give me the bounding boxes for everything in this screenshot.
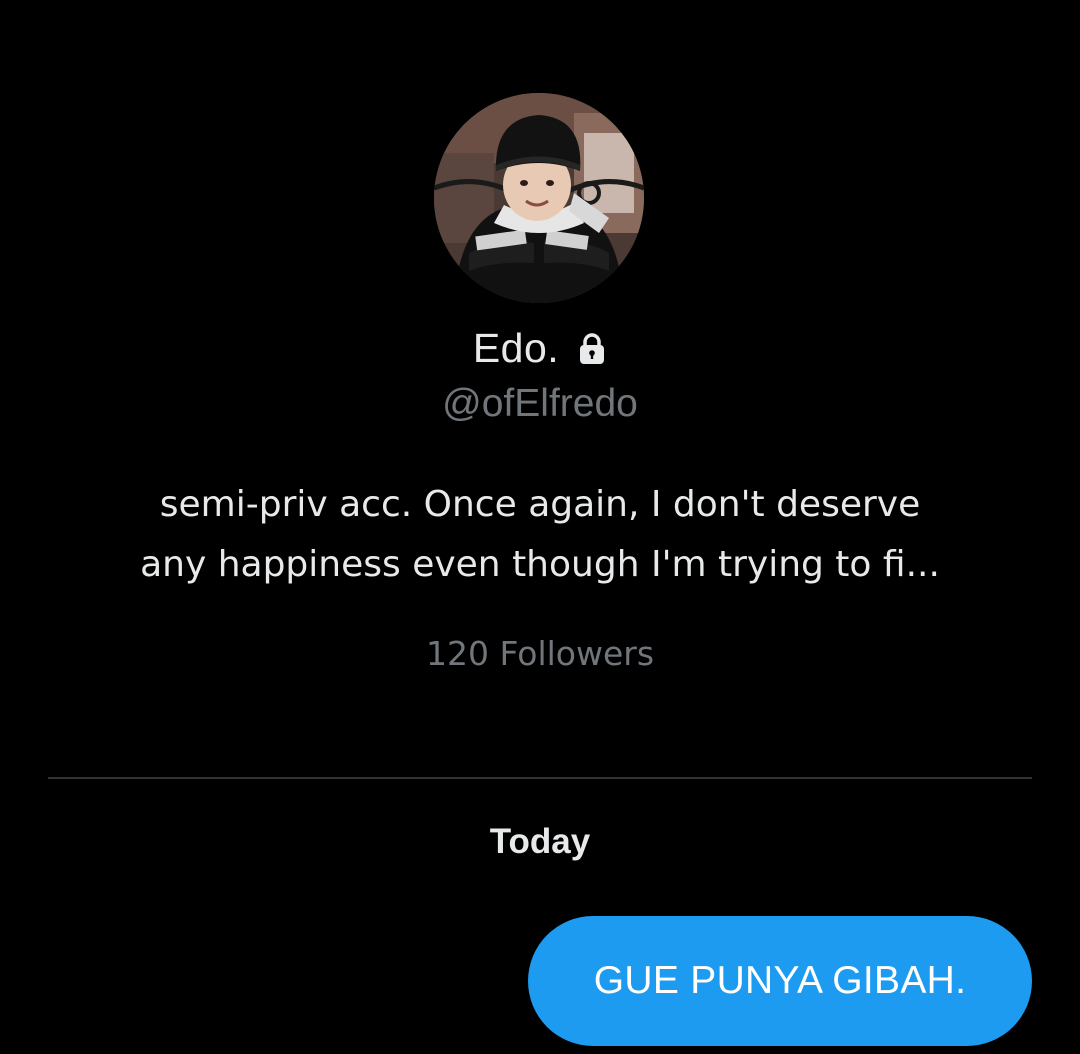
date-separator: Today (489, 822, 591, 861)
avatar[interactable] (434, 93, 644, 303)
message-text: GUE PUNYA GIBAH. (593, 959, 967, 1002)
user-handle[interactable]: @ofElfredo (0, 382, 1080, 426)
bio-line: any happiness even though I'm trying to … (140, 544, 940, 585)
profile-bio: semi-priv acc. Once again, I don't deser… (60, 475, 1020, 595)
bio-line: semi-priv acc. Once again, I don't deser… (159, 484, 921, 525)
name-row: Edo. (0, 322, 1080, 374)
divider (48, 777, 1032, 779)
avatar-image (434, 93, 644, 303)
display-name[interactable]: Edo. (473, 325, 559, 372)
lock-icon (577, 332, 607, 366)
followers-count[interactable]: 120 Followers (0, 634, 1080, 673)
sent-message-bubble[interactable]: GUE PUNYA GIBAH. (528, 916, 1032, 1046)
